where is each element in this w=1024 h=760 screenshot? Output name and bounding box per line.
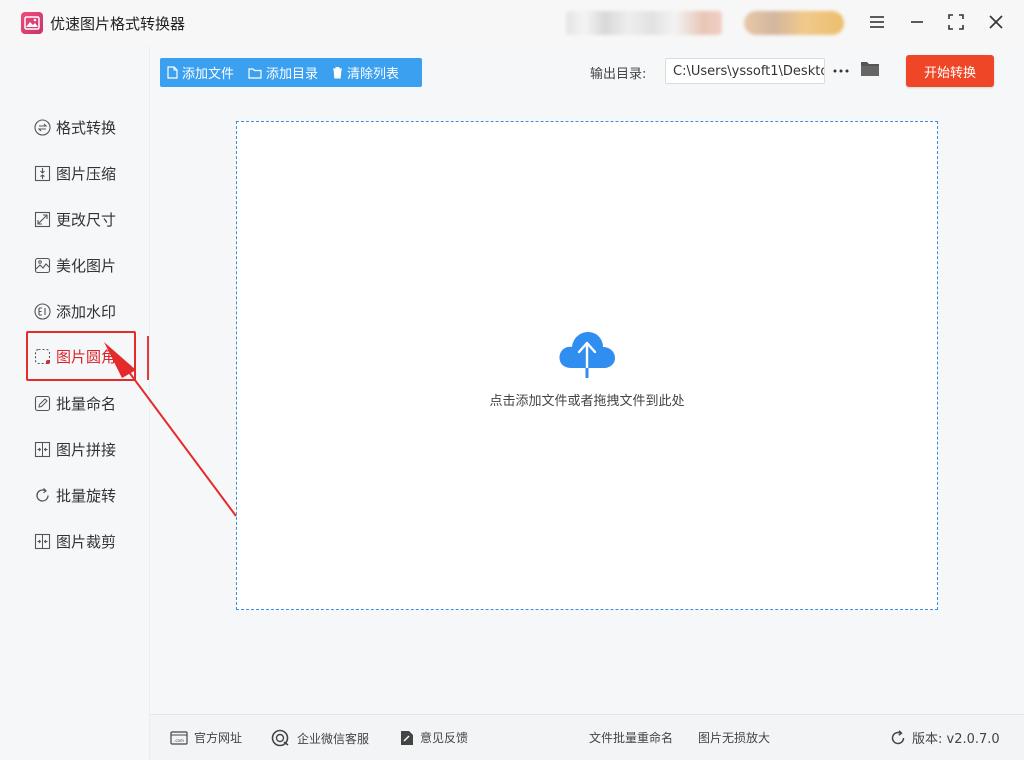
sidebar-item-batch-rotate[interactable]: 批量旋转 (33, 483, 116, 507)
version-info[interactable]: 版本: v2.0.7.0 (890, 728, 1000, 747)
file-icon (167, 66, 178, 79)
maximize-icon (948, 14, 964, 30)
trash-icon (333, 67, 343, 79)
add-file-button[interactable]: 添加文件 (160, 58, 241, 87)
lossless-enlarge-label: 图片无损放大 (698, 731, 771, 745)
menu-icon (870, 16, 884, 28)
folder-icon (248, 67, 262, 79)
blurred-account-badge[interactable] (744, 11, 844, 35)
beautify-icon (33, 256, 51, 274)
rename-icon (33, 394, 51, 412)
sidebar-item-label: 美化图片 (56, 256, 117, 275)
sidebar-item-label: 更改尺寸 (56, 210, 117, 229)
footer: .com 官方网址 企业微信客服 意见反馈 文件批量重命名 图片无损放大 版本:… (150, 714, 1024, 760)
rotate-icon (33, 486, 51, 504)
minimize-icon (911, 21, 923, 23)
cloud-upload-icon (559, 332, 615, 378)
resize-icon (33, 210, 51, 228)
watermark-icon (33, 302, 51, 320)
stitch-icon (33, 440, 51, 458)
feedback-icon (401, 730, 413, 745)
browse-more-button[interactable] (830, 58, 852, 84)
svg-text:.com: .com (174, 738, 184, 743)
feedback-label: 意见反馈 (420, 731, 469, 745)
output-dir-field[interactable]: C:\Users\yssoft1\Desktop (665, 58, 825, 84)
compress-icon (33, 164, 51, 182)
app-logo (21, 12, 43, 34)
blurred-user-info (566, 11, 722, 35)
drop-hint-text: 点击添加文件或者拖拽文件到此处 (489, 394, 685, 409)
refresh-icon (891, 729, 905, 744)
batch-rename-link[interactable]: 文件批量重命名 (589, 729, 673, 746)
file-button-group: 添加文件 添加目录 清除列表 (160, 58, 422, 87)
website-link[interactable]: .com 官方网址 (170, 729, 242, 746)
sidebar-item-stitch[interactable]: 图片拼接 (33, 437, 116, 461)
app-window: 优速图片格式转换器 格式转换 图片压缩 更改尺寸 美化图片 添加水印 图片圆角 … (0, 0, 1024, 760)
file-drop-zone[interactable]: 点击添加文件或者拖拽文件到此处 (236, 121, 938, 610)
sidebar-item-resize[interactable]: 更改尺寸 (33, 207, 116, 231)
close-button[interactable] (984, 10, 1008, 34)
clear-list-button[interactable]: 清除列表 (325, 58, 406, 87)
app-title: 优速图片格式转换器 (50, 15, 186, 33)
wechat-service-link[interactable]: 企业微信客服 (271, 729, 369, 747)
minimize-button[interactable] (905, 10, 929, 34)
sidebar-item-beautify[interactable]: 美化图片 (33, 253, 116, 277)
sidebar-item-compress[interactable]: 图片压缩 (33, 161, 116, 185)
sidebar-item-label: 格式转换 (56, 118, 117, 137)
sidebar-item-label: 批量命名 (56, 394, 117, 413)
start-convert-button[interactable]: 开始转换 (906, 55, 994, 87)
sidebar: 格式转换 图片压缩 更改尺寸 美化图片 添加水印 图片圆角 批量命名 图片拼接 … (0, 46, 150, 760)
sidebar-item-batch-rename[interactable]: 批量命名 (33, 391, 116, 415)
folder-open-icon (861, 62, 879, 76)
sidebar-item-label: 图片拼接 (56, 440, 117, 459)
website-icon: .com (170, 730, 188, 745)
add-file-label: 添加文件 (182, 67, 235, 82)
lossless-enlarge-link[interactable]: 图片无损放大 (698, 729, 770, 746)
wechat-icon (271, 729, 289, 747)
image-icon (24, 16, 40, 30)
output-dir-label: 输出目录: (590, 67, 647, 82)
close-icon (989, 15, 1003, 29)
highlight-annotation-box (26, 331, 136, 381)
more-dots-icon (833, 69, 849, 73)
version-label: 版本: v2.0.7.0 (912, 732, 1000, 747)
crop-icon (33, 532, 51, 550)
sidebar-item-label: 图片压缩 (56, 164, 117, 183)
batch-rename-label: 文件批量重命名 (589, 731, 674, 745)
convert-icon (33, 118, 51, 136)
sidebar-item-label: 图片裁剪 (56, 532, 117, 551)
menu-button[interactable] (865, 10, 889, 34)
add-folder-button[interactable]: 添加目录 (241, 58, 325, 87)
maximize-button[interactable] (944, 10, 968, 34)
feedback-link[interactable]: 意见反馈 (400, 729, 468, 746)
sidebar-item-label: 批量旋转 (56, 486, 117, 505)
sidebar-item-label: 添加水印 (56, 302, 117, 321)
website-label: 官方网址 (194, 731, 243, 745)
sidebar-item-watermark[interactable]: 添加水印 (33, 299, 116, 323)
clear-list-label: 清除列表 (347, 67, 400, 82)
add-folder-label: 添加目录 (266, 67, 319, 82)
sidebar-item-crop[interactable]: 图片裁剪 (33, 529, 116, 553)
wechat-service-label: 企业微信客服 (297, 731, 370, 746)
active-indicator (147, 336, 149, 380)
toolbar: 添加文件 添加目录 清除列表 输出目录: C:\Users\yssoft1\De… (150, 46, 1024, 100)
title-bar: 优速图片格式转换器 (0, 0, 1024, 46)
open-folder-button[interactable] (860, 60, 882, 82)
main-area: 点击添加文件或者拖拽文件到此处 (150, 100, 1024, 714)
sidebar-item-format-convert[interactable]: 格式转换 (33, 115, 116, 139)
